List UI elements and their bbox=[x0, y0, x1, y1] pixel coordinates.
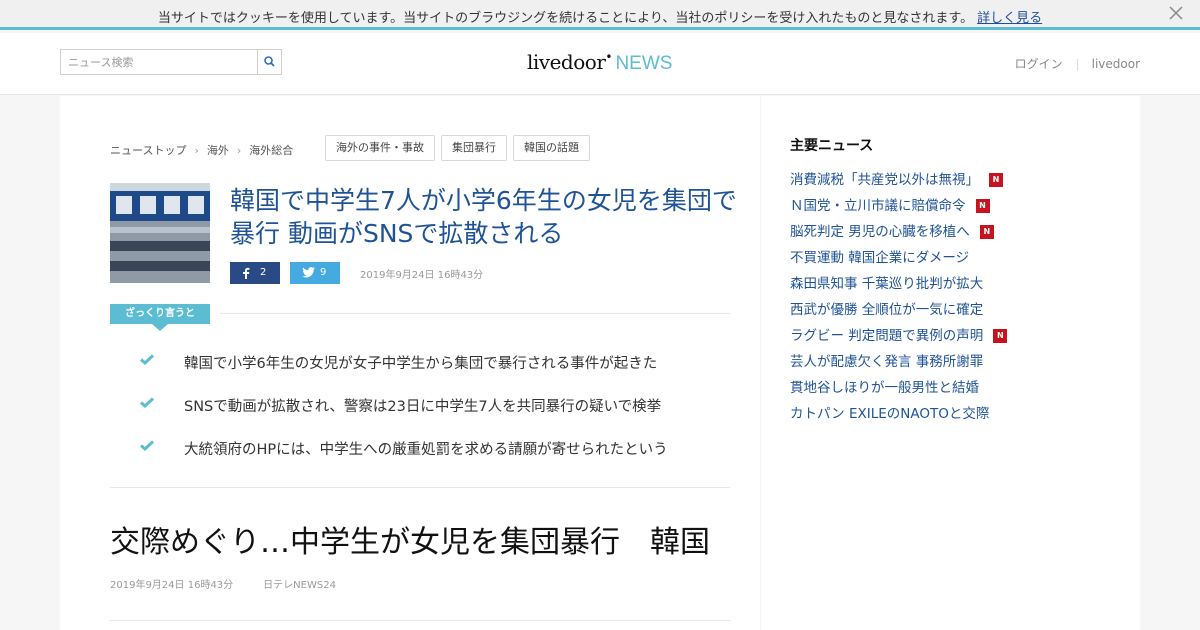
sidebar: 主要ニュース 消費減税「共産党以外は無視」 N Ｎ国党・立川市議に賠償命令 N 脳死… bbox=[761, 96, 1140, 630]
breadcrumb-item[interactable]: 海外 bbox=[207, 144, 229, 157]
news-item[interactable]: 森田県知事 千葉巡り批判が拡大 bbox=[790, 272, 1120, 298]
topic-tags: 海外の事件・事故 集団暴行 韓国の話題 bbox=[325, 135, 596, 161]
news-item[interactable]: 芸人が配慮欠く発言 事務所謝罪 bbox=[790, 350, 1120, 376]
source-date: 2019年9月24日 16時43分 bbox=[110, 580, 234, 591]
summary-label-pointer bbox=[152, 324, 168, 331]
news-link[interactable]: Ｎ国党・立川市議に賠償命令 bbox=[790, 198, 966, 214]
news-link[interactable]: 芸人が配慮欠く発言 事務所謝罪 bbox=[790, 354, 983, 370]
close-icon[interactable] bbox=[1168, 5, 1184, 21]
news-item[interactable]: カトパン EXILEのNAOTOと交際 bbox=[790, 402, 1120, 428]
news-link[interactable]: 脳死判定 男児の心臓を移植へ bbox=[790, 224, 970, 240]
summary-divider bbox=[220, 313, 730, 314]
breadcrumb-item[interactable]: 海外総合 bbox=[249, 144, 293, 157]
main-news-list: 消費減税「共産党以外は無視」 N Ｎ国党・立川市議に賠償命令 N 脳死判定 男児の心… bbox=[790, 168, 1120, 428]
livedoor-link[interactable]: livedoor bbox=[1092, 57, 1140, 71]
facebook-icon bbox=[243, 267, 250, 279]
cookie-details-link[interactable]: 詳しく見る bbox=[977, 11, 1042, 26]
breadcrumb: ニューストップ › 海外 › 海外総合 bbox=[110, 142, 293, 158]
summary-text: 韓国で小学6年生の女児が女子中学生から集団で暴行される事件が起きた bbox=[184, 356, 658, 372]
logo-news: NEWS bbox=[615, 53, 673, 74]
cookie-banner: 当サイトではクッキーを使用しています。当サイトのブラウジングを続けることにより、… bbox=[0, 0, 1200, 30]
article-meta: 2019年9月24日 16時43分 日テレNEWS24 bbox=[110, 576, 336, 591]
new-badge-icon: N bbox=[975, 199, 990, 213]
article-headline: 交際めぐり…中学生が女児を集団暴行 韓国 bbox=[110, 525, 710, 560]
header-links: ログイン livedoor bbox=[1015, 55, 1140, 72]
publish-date: 2019年9月24日 16時43分 bbox=[360, 270, 484, 281]
tag-button[interactable]: 海外の事件・事故 bbox=[325, 135, 435, 161]
news-link[interactable]: カトパン EXILEのNAOTOと交際 bbox=[790, 406, 989, 422]
tag-button[interactable]: 韓国の話題 bbox=[513, 135, 590, 161]
summary-text: 大統領府のHPには、中学生への厳重処罰を求める請願が寄せられたという bbox=[184, 442, 668, 458]
twitter-count: 9 bbox=[320, 267, 327, 278]
search-input[interactable] bbox=[61, 50, 258, 74]
news-item[interactable]: 消費減税「共産党以外は無視」 N bbox=[790, 168, 1120, 194]
news-item[interactable]: Ｎ国党・立川市議に賠償命令 N bbox=[790, 194, 1120, 220]
cookie-message: 当サイトではクッキーを使用しています。当サイトのブラウジングを続けることにより、… bbox=[157, 11, 974, 26]
facebook-count: 2 bbox=[260, 267, 267, 278]
logo-dot-icon: • bbox=[605, 50, 613, 64]
article-thumbnail[interactable] bbox=[110, 183, 210, 283]
check-icon bbox=[140, 440, 154, 451]
news-item[interactable]: ラグビー 判定問題で異例の声明 N bbox=[790, 324, 1120, 350]
article-column: ニューストップ › 海外 › 海外総合 海外の事件・事故 集団暴行 韓国の話題 韓国で中学生… bbox=[60, 96, 760, 630]
news-item[interactable]: 脳死判定 男児の心臓を移植へ N bbox=[790, 220, 1120, 246]
twitter-icon bbox=[302, 267, 315, 278]
search-icon bbox=[264, 56, 275, 67]
logo-livedoor: livedoor bbox=[527, 50, 606, 74]
search-button[interactable] bbox=[257, 50, 281, 74]
tag-button[interactable]: 集団暴行 bbox=[441, 135, 507, 161]
news-item[interactable]: 不買運動 韓国企業にダメージ bbox=[790, 246, 1120, 272]
facebook-share-button[interactable]: 2 bbox=[230, 262, 280, 284]
chevron-right-icon: › bbox=[194, 144, 199, 157]
section-divider bbox=[110, 487, 730, 488]
summary-text: SNSで動画が拡散され、警察は23日に中学生7人を共同暴行の疑いで検挙 bbox=[184, 399, 662, 415]
news-item[interactable]: 西武が優勝 全順位が一気に確定 bbox=[790, 298, 1120, 324]
new-badge-icon: N bbox=[979, 225, 994, 239]
chevron-right-icon: › bbox=[236, 144, 242, 157]
building-image-icon bbox=[110, 183, 210, 283]
search-box bbox=[60, 49, 282, 75]
site-logo[interactable]: livedoor• NEWS bbox=[527, 50, 672, 76]
news-link[interactable]: 貫地谷しほりが一般男性と結婚 bbox=[790, 380, 979, 396]
site-header: livedoor•NEWS ログインlivedoor bbox=[0, 33, 1200, 95]
check-icon bbox=[140, 397, 154, 408]
main-news-heading: 主要ニュース bbox=[790, 138, 874, 154]
new-badge-icon: N bbox=[989, 173, 1003, 187]
twitter-share-button[interactable]: 9 bbox=[290, 262, 340, 284]
source-name[interactable]: 日テレNEWS24 bbox=[263, 580, 336, 591]
news-link[interactable]: 不買運動 韓国企業にダメージ bbox=[790, 250, 969, 266]
news-link[interactable]: 森田県知事 千葉巡り批判が拡大 bbox=[790, 276, 983, 292]
article-title[interactable]: 韓国で中学生7人が小学6年生の女児を集団で暴行 動画がSNSで拡散される bbox=[230, 184, 740, 250]
new-badge-icon: N bbox=[993, 329, 1008, 343]
breadcrumb-item[interactable]: ニューストップ bbox=[110, 144, 186, 157]
news-item[interactable]: 貫地谷しほりが一般男性と結婚 bbox=[790, 376, 1120, 402]
summary-label: ざっくり言うと bbox=[110, 304, 210, 324]
check-icon bbox=[140, 354, 154, 365]
news-link[interactable]: 西武が優勝 全順位が一気に確定 bbox=[790, 302, 983, 318]
cookie-message-row: 当サイトではクッキーを使用しています。当サイトのブラウジングを続けることにより、… bbox=[0, 7, 1200, 26]
news-link[interactable]: ラグビー 判定問題で異例の声明 bbox=[790, 328, 983, 344]
header-divider bbox=[1076, 58, 1078, 71]
section-divider bbox=[110, 620, 730, 621]
news-link[interactable]: 消費減税「共産党以外は無視」 bbox=[790, 172, 979, 188]
login-link[interactable]: ログイン bbox=[1015, 55, 1063, 72]
